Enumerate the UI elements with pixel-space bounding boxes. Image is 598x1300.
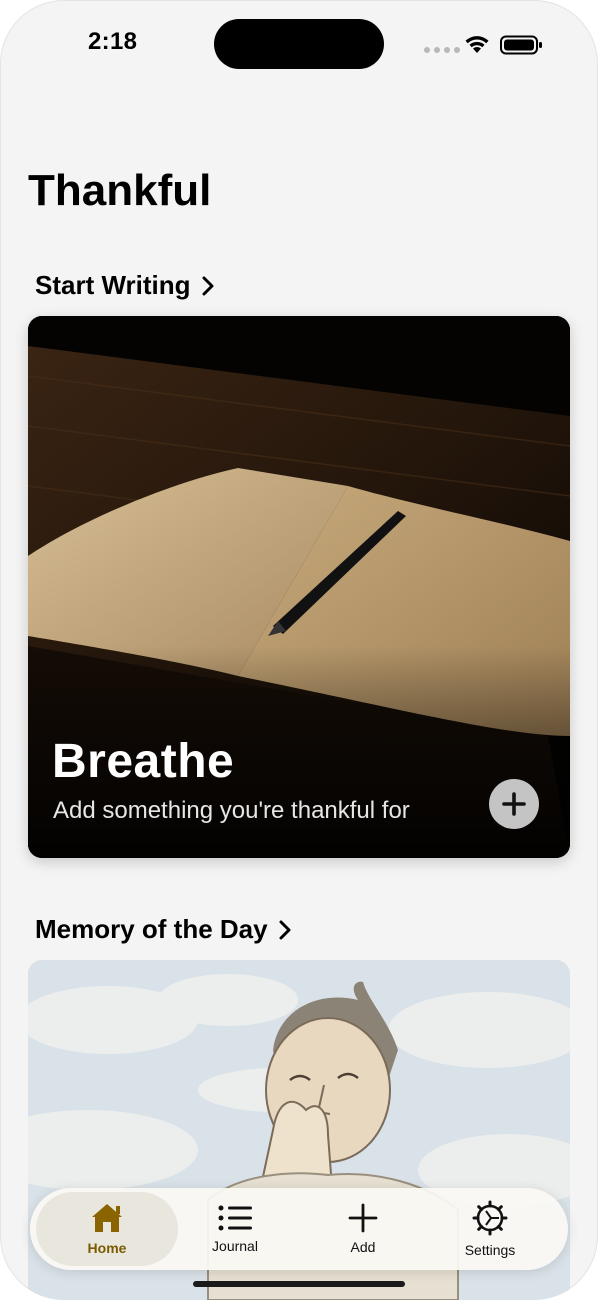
tab-label: Add (350, 1239, 376, 1255)
start-writing-link[interactable]: Start Writing (35, 270, 215, 301)
card-subtitle: Add something you're thankful for (53, 797, 410, 824)
tab-bar: Home Journal Add Settings (30, 1188, 568, 1270)
tab-label: Journal (212, 1238, 258, 1254)
start-writing-label: Start Writing (35, 270, 191, 300)
tab-add[interactable]: Add (292, 1192, 434, 1266)
status-time: 2:18 (88, 28, 138, 55)
wifi-icon (465, 36, 489, 53)
add-entry-button[interactable] (489, 779, 539, 829)
gear-icon (472, 1200, 508, 1236)
tab-label: Settings (464, 1242, 516, 1258)
card-title: Breathe (52, 735, 235, 788)
tab-journal[interactable]: Journal (164, 1192, 306, 1266)
memory-of-day-link[interactable]: Memory of the Day (35, 914, 292, 945)
battery-icon (500, 35, 542, 55)
chevron-right-icon (202, 276, 214, 295)
signal-icon (424, 47, 460, 53)
phone-screen: 2:18 Thankful Start Writing Breathe Add … (0, 0, 598, 1300)
house-icon (92, 1204, 122, 1232)
breathe-card[interactable]: Breathe Add something you're thankful fo… (28, 316, 570, 858)
dynamic-island (214, 19, 384, 69)
page-title: Thankful (28, 166, 212, 215)
tab-label: Home (87, 1240, 127, 1256)
list-icon (218, 1205, 252, 1231)
home-indicator[interactable] (193, 1281, 405, 1287)
tab-settings[interactable]: Settings (419, 1192, 561, 1266)
plus-icon (348, 1203, 378, 1233)
tab-home[interactable]: Home (36, 1192, 178, 1266)
memory-of-day-label: Memory of the Day (35, 914, 268, 944)
chevron-right-icon (279, 920, 291, 939)
plus-icon (502, 792, 526, 816)
